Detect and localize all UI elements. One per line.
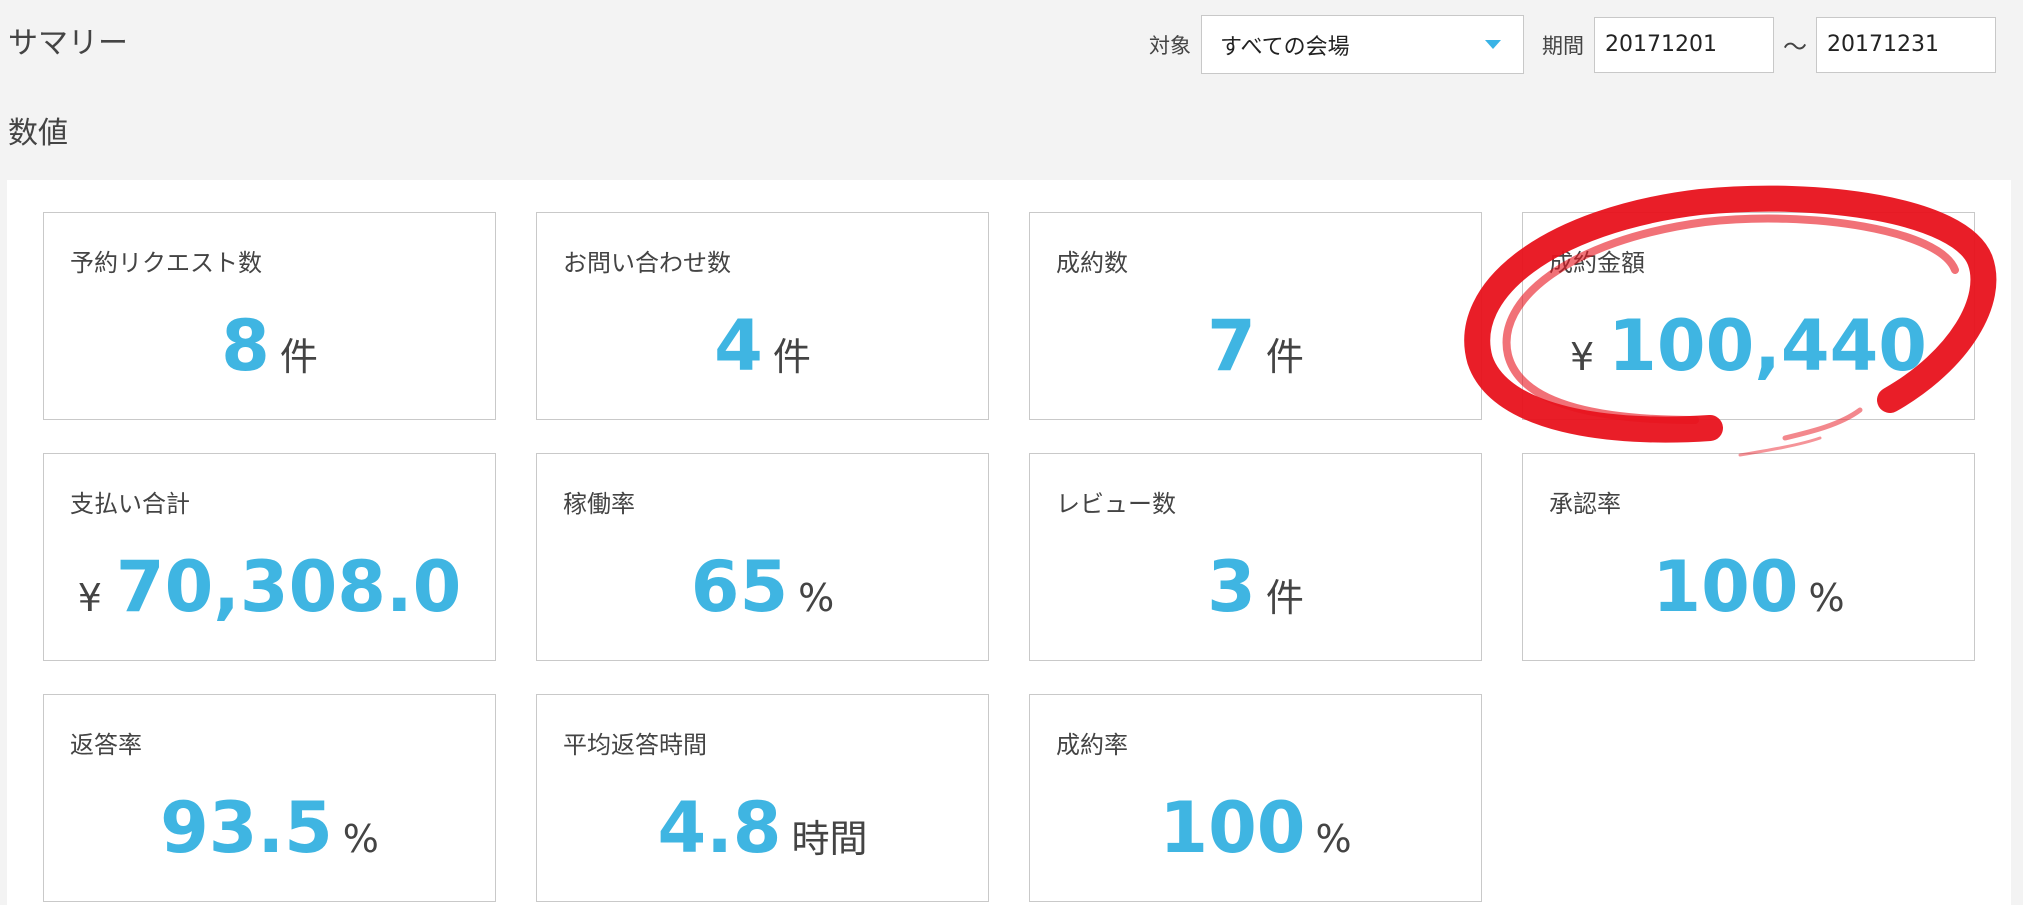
metric-card-utilization-rate: 稼働率 65% — [536, 453, 989, 661]
metric-card-inquiries: お問い合わせ数 4件 — [536, 212, 989, 420]
metric-unit: % — [798, 576, 835, 620]
metric-number: 3 — [1207, 546, 1256, 628]
metric-unit: % — [342, 817, 379, 861]
metric-card-approval-rate: 承認率 100% — [1522, 453, 1975, 661]
card-value: 4.8 時間 — [537, 787, 988, 869]
card-value: 8件 — [44, 305, 495, 387]
card-value: 4件 — [537, 305, 988, 387]
card-value: 3件 — [1030, 546, 1481, 628]
card-label: 返答率 — [70, 731, 142, 759]
metric-number: 65 — [690, 546, 789, 628]
card-label: 平均返答時間 — [563, 731, 707, 759]
metrics-panel: 予約リクエスト数 8件 お問い合わせ数 4件 成約数 7件 成約金額 ¥100,… — [7, 180, 2011, 905]
metric-unit: 件 — [1265, 335, 1304, 379]
filter-bar: 対象 すべての会場 期間 〜 — [1149, 15, 1996, 74]
caret-down-icon — [1485, 40, 1501, 49]
metric-number: 8 — [221, 305, 270, 387]
metric-card-response-rate: 返答率 93.5% — [43, 694, 496, 902]
page-title: サマリー — [8, 26, 128, 61]
metric-number: 4.8 — [657, 787, 782, 869]
card-label: 稼働率 — [563, 490, 635, 518]
metric-card-avg-response-time: 平均返答時間 4.8 時間 — [536, 694, 989, 902]
venue-select-value: すべての会場 — [1220, 34, 1350, 60]
metric-number: 100,440 — [1608, 305, 1927, 387]
metric-number: 100 — [1652, 546, 1799, 628]
metric-number: 4 — [714, 305, 763, 387]
currency-symbol: ¥ — [77, 576, 102, 620]
target-label: 対象 — [1149, 33, 1191, 58]
metric-unit: 件 — [1265, 576, 1304, 620]
metric-unit: 件 — [772, 335, 811, 379]
card-value: ¥100,440 — [1523, 305, 1974, 387]
card-value: 100% — [1523, 546, 1974, 628]
metric-unit: % — [1315, 817, 1352, 861]
metric-card-reviews: レビュー数 3件 — [1029, 453, 1482, 661]
metric-card-total-payment: 支払い合計 ¥70,308.0 — [43, 453, 496, 661]
card-label: 成約金額 — [1549, 249, 1645, 277]
card-value: 7件 — [1030, 305, 1481, 387]
card-value: ¥70,308.0 — [44, 546, 495, 628]
card-label: 成約率 — [1056, 731, 1128, 759]
metric-unit: 時間 — [791, 817, 868, 861]
summary-header: サマリー 対象 すべての会場 期間 〜 — [0, 0, 2023, 90]
card-value: 100% — [1030, 787, 1481, 869]
currency-symbol: ¥ — [1569, 335, 1595, 379]
metric-unit: 件 — [279, 335, 318, 379]
metric-card-contract-amount: 成約金額 ¥100,440 — [1522, 212, 1975, 420]
card-label: 予約リクエスト数 — [70, 249, 262, 277]
metric-number: 70,308.0 — [115, 546, 462, 628]
venue-select[interactable]: すべての会場 — [1201, 15, 1524, 74]
metric-number: 7 — [1207, 305, 1256, 387]
metric-unit: % — [1808, 576, 1845, 620]
card-label: お問い合わせ数 — [563, 249, 731, 277]
metric-card-contract-rate: 成約率 100% — [1029, 694, 1482, 902]
card-label: 成約数 — [1056, 249, 1128, 277]
card-label: レビュー数 — [1056, 490, 1176, 518]
metric-card-contracts: 成約数 7件 — [1029, 212, 1482, 420]
card-label: 支払い合計 — [70, 490, 190, 518]
date-separator: 〜 — [1783, 33, 1807, 61]
metric-number: 100 — [1159, 787, 1306, 869]
section-title: 数値 — [8, 116, 68, 151]
metric-number: 93.5 — [160, 787, 333, 869]
card-value: 93.5% — [44, 787, 495, 869]
period-label: 期間 — [1542, 33, 1584, 58]
card-label: 承認率 — [1549, 490, 1621, 518]
date-to-input[interactable] — [1816, 16, 1996, 73]
card-value: 65% — [537, 546, 988, 628]
date-from-input[interactable] — [1594, 16, 1774, 73]
metric-card-reservation-requests: 予約リクエスト数 8件 — [43, 212, 496, 420]
